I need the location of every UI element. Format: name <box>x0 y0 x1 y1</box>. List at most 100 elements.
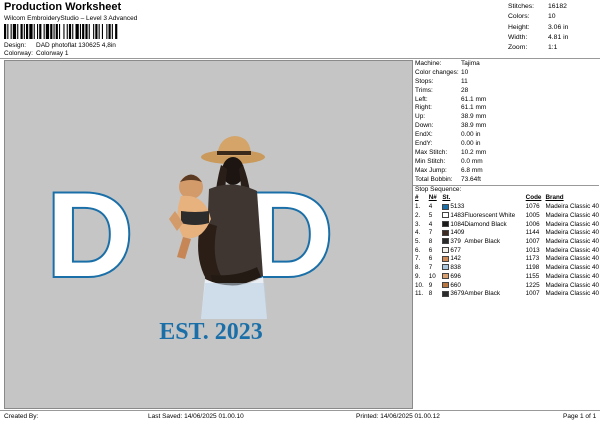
cell-brand: Madeira Classic 40 <box>545 229 599 237</box>
spec-value: 38.9 mm <box>461 113 487 121</box>
cell-num: 3. <box>415 220 421 228</box>
design-label: Design: <box>4 42 27 49</box>
color-swatch <box>442 229 450 236</box>
stitch-count: 1409 <box>450 229 465 237</box>
colorway-name: Colorway 1 <box>36 50 69 57</box>
cell-stitches: 1084 <box>442 221 464 230</box>
letter-d-left: D <box>47 168 134 302</box>
spec-label: Min Stitch: <box>415 157 446 165</box>
spec-row: Stops: 11 <box>413 78 599 87</box>
footer-divider <box>0 410 600 411</box>
cell-num: 10. <box>415 281 424 289</box>
last-saved: Last Saved: 14/06/2025 01.00.10 <box>148 413 244 420</box>
barcode-image <box>4 24 118 39</box>
cell-color-name: Diamond Black <box>464 220 507 228</box>
col-header-stitches: St. <box>442 194 451 202</box>
summary-label: Zoom: <box>508 44 528 52</box>
cell-color-name <box>464 273 525 282</box>
table-row: 8. 7 838 1198 Madeira Classic 40 <box>415 264 599 273</box>
spec-value: 11 <box>461 77 468 85</box>
stitch-count: 1084 <box>450 220 465 228</box>
cell-color-name <box>464 282 525 291</box>
cell-stitches: 696 <box>442 273 464 282</box>
cell-code: 1225 <box>525 281 540 289</box>
table-header-row: # N# St. Code Brand <box>415 194 599 203</box>
cell-color-name <box>464 255 525 264</box>
cell-num: 8. <box>415 264 421 272</box>
summary-label: Width: <box>508 33 528 41</box>
cell-stitches: 379 <box>442 238 464 247</box>
cell-color-name: Amber Black <box>464 290 501 298</box>
cell-stitches: 838 <box>442 264 464 273</box>
summary-value: 16182 <box>548 3 567 10</box>
design-artwork: D D EST. 2023 <box>45 136 335 345</box>
table-row: 5. 8 379 Amber Black 1007 Madeira Classic 40 <box>415 238 599 247</box>
summary-label: Height: <box>508 23 530 31</box>
spec-label: EndX: <box>415 131 433 139</box>
spec-value: 28 <box>461 86 469 94</box>
cell-needle: 7 <box>428 229 433 237</box>
machine-specs: Machine: Tajima Color changes: 10 Stops: 11… <box>413 60 599 184</box>
spec-label: Left: <box>415 95 428 103</box>
colorway-label: Colorway: <box>4 50 33 57</box>
spec-value: 10 <box>461 68 469 76</box>
table-row: 2. 5 1483 Fluorescent White 1005 Madeira Clas… <box>415 212 599 221</box>
stop-sequence-title: Stop Sequence: <box>413 185 599 194</box>
cell-num: 1. <box>415 203 421 211</box>
cell-needle: 8 <box>428 290 433 298</box>
spec-row: Total Bobbin: 73.64ft <box>413 176 599 185</box>
cell-code: 1144 <box>525 229 540 237</box>
cell-color-name <box>464 229 525 238</box>
cell-num: 5. <box>415 237 421 245</box>
spec-label: Down: <box>415 122 434 130</box>
color-swatch <box>442 273 450 280</box>
specs-panel: Machine: Tajima Color changes: 10 Stops: 11… <box>413 60 599 409</box>
cell-num: 7. <box>415 255 421 263</box>
stitch-count: 1483 <box>450 211 465 219</box>
summary-value: 10 <box>548 13 556 21</box>
cell-code: 1006 <box>525 220 540 228</box>
spec-label: Machine: <box>415 60 442 67</box>
header-divider <box>0 58 600 59</box>
table-row: 10. 9 660 1225 Madeira Classic 40 <box>415 282 599 291</box>
summary-row: Width: 4.81 in <box>508 33 598 43</box>
cell-stitches: 5133 <box>442 203 464 212</box>
col-header-num: # <box>415 194 419 202</box>
spec-row: Left: 61.1 mm <box>413 96 599 105</box>
cell-code: 1005 <box>525 211 540 219</box>
table-row: 6. 6 677 1013 Madeira Classic 40 <box>415 247 599 256</box>
summary-value: 4.81 in <box>548 33 569 41</box>
design-name: DAD photoflat 130625 4,8in <box>36 42 116 49</box>
spec-row: Trims: 28 <box>413 87 599 96</box>
printed-date: Printed: 14/06/2025 01.00.12 <box>356 413 440 420</box>
spec-label: Color changes: <box>415 68 459 76</box>
summary-label: Stitches: <box>508 3 535 10</box>
cell-brand: Madeira Classic 40 <box>545 255 599 263</box>
cell-brand: Madeira Classic 40 <box>545 211 599 219</box>
spec-label: Trims: <box>415 86 433 94</box>
cell-needle: 8 <box>428 237 433 245</box>
summary-label: Colors: <box>508 13 530 21</box>
cell-brand: Madeira Classic 40 <box>545 272 599 280</box>
spec-value: 61.1 mm <box>461 104 487 112</box>
cell-brand: Madeira Classic 40 <box>545 290 599 298</box>
color-swatch <box>442 238 450 245</box>
col-header-code: Code <box>525 194 542 202</box>
cell-num: 11. <box>415 290 424 298</box>
color-swatch <box>442 247 450 254</box>
page-title: Production Worksheet <box>4 1 122 13</box>
spec-row: Min Stitch: 0.0 mm <box>413 158 599 167</box>
cell-num: 2. <box>415 211 421 219</box>
summary-row: Colors: 10 <box>508 12 598 22</box>
cell-color-name: Fluorescent White <box>464 211 516 219</box>
design-preview: D D EST. 2023 <box>4 60 413 409</box>
spec-row: Up: 38.9 mm <box>413 113 599 122</box>
cell-brand: Madeira Classic 40 <box>545 220 599 228</box>
spec-row: Machine: Tajima <box>413 60 599 69</box>
spec-value: Tajima <box>461 60 480 67</box>
cell-needle: 9 <box>428 281 433 289</box>
summary-value: 3.06 in <box>548 23 569 31</box>
cell-color-name <box>464 247 525 256</box>
spec-label: Total Bobbin: <box>415 175 453 183</box>
table-row: 4. 7 1409 1144 Madeira Classic 40 <box>415 229 599 238</box>
